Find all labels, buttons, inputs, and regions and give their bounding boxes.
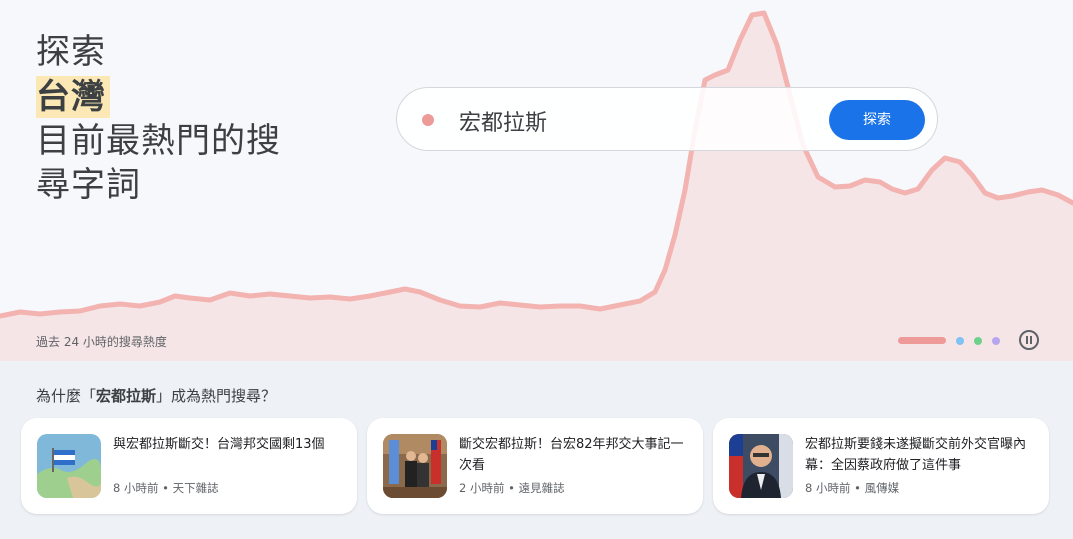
meta-separator: • <box>854 481 861 495</box>
article-thumbnail-photo <box>383 434 447 498</box>
hero-section: 探索 台灣 目前最熱門的搜 尋字詞 宏都拉斯 探索 過去 24 小時的搜尋熱度 <box>0 0 1073 361</box>
why-term: 宏都拉斯 <box>96 387 157 405</box>
why-trending-heading: 為什麼「宏都拉斯」成為熱門搜尋？ <box>36 385 276 406</box>
article-title[interactable]: 斷交宏都拉斯！台宏82年邦交大事記一次看 <box>459 434 691 476</box>
article-source: 遠見雜誌 <box>518 481 565 495</box>
article-source: 風傳媒 <box>864 481 900 495</box>
pause-icon[interactable] <box>1019 330 1039 350</box>
article-meta: 8 小時前 • 風傳媒 <box>805 480 899 496</box>
search-box[interactable]: 宏都拉斯 探索 <box>396 87 938 151</box>
why-suffix: 」成為熱門搜尋？ <box>156 387 277 405</box>
headline-line-4: 尋字詞 <box>36 165 141 205</box>
headline-line-3: 目前最熱門的搜 <box>36 121 281 161</box>
article-time: 8 小時前 <box>113 481 159 495</box>
article-title[interactable]: 宏都拉斯要錢未遂擬斷交前外交官曝內幕：全因蔡政府做了這件事 <box>805 434 1037 476</box>
article-thumbnail-photo <box>729 434 793 498</box>
article-card[interactable]: 與宏都拉斯斷交！台灣邦交國剩13個 8 小時前 • 天下雜誌 <box>21 418 357 514</box>
carousel-dot-2[interactable] <box>956 337 964 345</box>
headline-region: 台灣 <box>36 76 110 118</box>
carousel-dot-3[interactable] <box>974 337 982 345</box>
article-thumbnail-map <box>37 434 101 498</box>
article-time: 8 小時前 <box>805 481 851 495</box>
meta-separator: • <box>162 481 169 495</box>
carousel-active-indicator[interactable] <box>898 337 946 344</box>
carousel-dot-4[interactable] <box>992 337 1000 345</box>
meta-separator: • <box>508 481 515 495</box>
hero-headline: 探索 台灣 目前最熱門的搜 尋字詞 <box>36 30 281 207</box>
trend-dot-icon <box>422 114 434 126</box>
chart-caption: 過去 24 小時的搜尋熱度 <box>36 335 167 349</box>
article-meta: 2 小時前 • 遠見雜誌 <box>459 480 565 496</box>
article-title[interactable]: 與宏都拉斯斷交！台灣邦交國剩13個 <box>113 434 345 455</box>
article-card[interactable]: 斷交宏都拉斯！台宏82年邦交大事記一次看 2 小時前 • 遠見雜誌 <box>367 418 703 514</box>
headline-line-1: 探索 <box>36 32 106 72</box>
explore-button[interactable]: 探索 <box>829 100 925 140</box>
why-prefix: 為什麼「 <box>36 387 97 405</box>
article-meta: 8 小時前 • 天下雜誌 <box>113 480 219 496</box>
search-term[interactable]: 宏都拉斯 <box>459 105 547 137</box>
article-card[interactable]: 宏都拉斯要錢未遂擬斷交前外交官曝內幕：全因蔡政府做了這件事 8 小時前 • 風傳… <box>713 418 1049 514</box>
article-source: 天下雜誌 <box>172 481 219 495</box>
article-time: 2 小時前 <box>459 481 505 495</box>
